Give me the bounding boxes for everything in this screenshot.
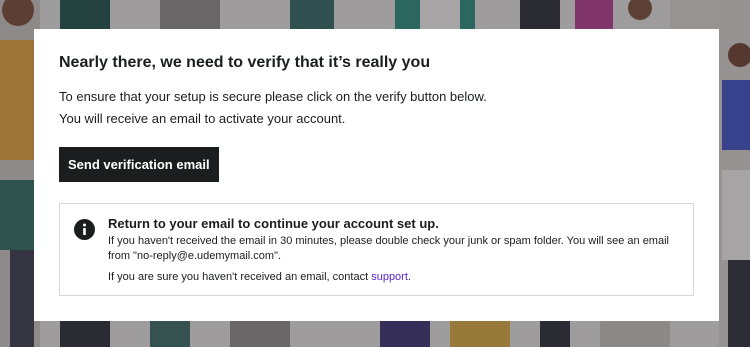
alert-support-line: If you are sure you haven't received an …: [108, 270, 679, 285]
alert-body: If you haven't received the email in 30 …: [108, 235, 669, 262]
alert-title: Return to your email to continue your ac…: [108, 216, 439, 231]
verification-modal: Nearly there, we need to verify that it’…: [34, 29, 719, 321]
info-icon: [74, 219, 95, 240]
send-verification-email-button[interactable]: Send verification email: [59, 147, 219, 182]
info-alert: Return to your email to continue your ac…: [59, 203, 694, 296]
modal-title: Nearly there, we need to verify that it’…: [59, 54, 431, 71]
support-link[interactable]: support: [371, 271, 408, 283]
description-line-2: You will receive an email to activate yo…: [59, 111, 346, 126]
verification-page: Nearly there, we need to verify that it’…: [0, 0, 750, 347]
support-suffix-text: .: [407, 271, 411, 283]
description-line-1: To ensure that your setup is secure plea…: [59, 89, 487, 104]
support-prefix-text: If you are sure you haven't received an …: [108, 271, 372, 283]
